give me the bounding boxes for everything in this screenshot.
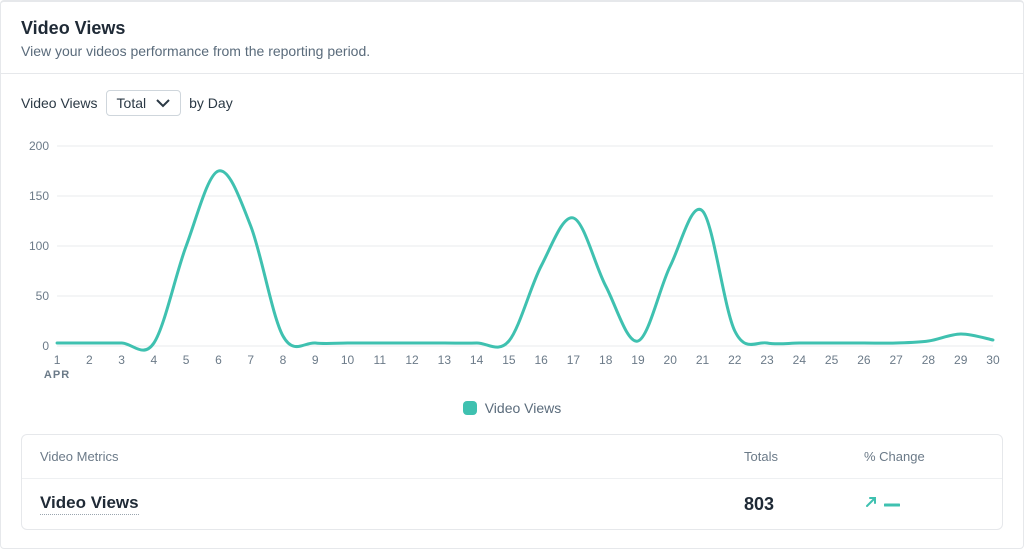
svg-text:50: 50 <box>36 289 50 303</box>
svg-text:23: 23 <box>760 353 774 367</box>
svg-text:200: 200 <box>29 139 49 153</box>
chevron-down-icon <box>156 95 170 111</box>
arrow-up-right-icon <box>864 495 878 514</box>
aggregation-select[interactable]: Total <box>106 90 182 116</box>
metric-label: Video Views <box>21 95 98 111</box>
svg-text:17: 17 <box>567 353 581 367</box>
svg-text:15: 15 <box>502 353 516 367</box>
svg-text:19: 19 <box>631 353 645 367</box>
panel-header: Video Views View your videos performance… <box>1 2 1023 74</box>
svg-text:30: 30 <box>986 353 1000 367</box>
svg-text:APR: APR <box>44 369 70 381</box>
svg-text:12: 12 <box>405 353 419 367</box>
table-row[interactable]: Video Views 803 <box>22 479 1002 529</box>
line-chart: 0501001502001234567891011121314151617181… <box>21 136 1003 386</box>
svg-text:150: 150 <box>29 189 49 203</box>
metric-name: Video Views <box>40 493 139 515</box>
page-title: Video Views <box>21 18 1003 39</box>
svg-text:6: 6 <box>215 353 222 367</box>
svg-text:10: 10 <box>341 353 355 367</box>
col-header-totals: Totals <box>744 449 864 464</box>
col-header-metric: Video Metrics <box>40 449 744 464</box>
svg-text:3: 3 <box>118 353 125 367</box>
svg-text:22: 22 <box>728 353 742 367</box>
video-views-panel: Video Views View your videos performance… <box>0 0 1024 549</box>
svg-text:100: 100 <box>29 239 49 253</box>
chart-controls: Video Views Total by Day <box>1 74 1023 126</box>
page-subtitle: View your videos performance from the re… <box>21 43 1003 59</box>
svg-text:1: 1 <box>54 353 61 367</box>
metrics-table: Video Metrics Totals % Change Video View… <box>21 434 1003 530</box>
svg-text:18: 18 <box>599 353 613 367</box>
svg-text:27: 27 <box>889 353 903 367</box>
svg-text:29: 29 <box>954 353 968 367</box>
col-header-change: % Change <box>864 449 984 464</box>
svg-text:21: 21 <box>696 353 710 367</box>
svg-text:20: 20 <box>664 353 678 367</box>
svg-text:5: 5 <box>183 353 190 367</box>
granularity-label: by Day <box>189 95 233 111</box>
svg-text:2: 2 <box>86 353 93 367</box>
svg-text:28: 28 <box>922 353 936 367</box>
svg-text:11: 11 <box>374 353 387 367</box>
metric-total: 803 <box>744 494 864 515</box>
trend-flat-icon <box>884 495 900 513</box>
svg-text:8: 8 <box>280 353 287 367</box>
svg-text:7: 7 <box>247 353 254 367</box>
svg-text:25: 25 <box>825 353 839 367</box>
svg-text:13: 13 <box>438 353 452 367</box>
chart-legend: Video Views <box>1 394 1023 434</box>
svg-text:14: 14 <box>470 353 484 367</box>
svg-text:9: 9 <box>312 353 319 367</box>
legend-swatch <box>463 401 477 415</box>
metrics-header-row: Video Metrics Totals % Change <box>22 435 1002 479</box>
svg-text:26: 26 <box>857 353 871 367</box>
aggregation-value: Total <box>117 95 147 111</box>
legend-label: Video Views <box>485 400 562 416</box>
svg-text:0: 0 <box>42 339 49 353</box>
metric-change <box>864 495 900 514</box>
svg-text:16: 16 <box>534 353 548 367</box>
svg-text:24: 24 <box>793 353 807 367</box>
svg-text:4: 4 <box>151 353 158 367</box>
chart-area: 0501001502001234567891011121314151617181… <box>1 126 1023 394</box>
